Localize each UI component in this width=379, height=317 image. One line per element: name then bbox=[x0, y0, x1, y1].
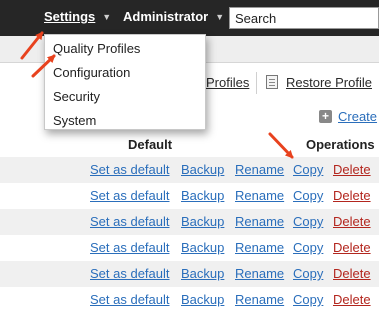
administrator-menu-button[interactable]: Administrator ▼ bbox=[123, 9, 224, 24]
delete-link[interactable]: Delete bbox=[333, 162, 371, 177]
plus-icon[interactable]: + bbox=[319, 110, 332, 123]
restore-profile-link[interactable]: Restore Profile bbox=[286, 75, 372, 90]
copy-link[interactable]: Copy bbox=[293, 214, 323, 229]
set-as-default-link[interactable]: Set as default bbox=[90, 188, 170, 203]
backup-link[interactable]: Backup bbox=[181, 266, 224, 281]
delete-link[interactable]: Delete bbox=[333, 292, 371, 307]
table-row: Set as default Backup Rename Copy Delete bbox=[0, 157, 379, 183]
copy-link[interactable]: Copy bbox=[293, 292, 323, 307]
settings-label[interactable]: Settings bbox=[44, 9, 95, 24]
profiles-link[interactable]: Profiles bbox=[206, 75, 249, 90]
menu-item-security[interactable]: Security bbox=[53, 89, 100, 104]
document-icon bbox=[266, 75, 278, 89]
rename-link[interactable]: Rename bbox=[235, 266, 284, 281]
delete-link[interactable]: Delete bbox=[333, 188, 371, 203]
set-as-default-link[interactable]: Set as default bbox=[90, 292, 170, 307]
copy-link[interactable]: Copy bbox=[293, 162, 323, 177]
delete-link[interactable]: Delete bbox=[333, 266, 371, 281]
rename-link[interactable]: Rename bbox=[235, 188, 284, 203]
settings-menu-button[interactable]: Settings ▼ bbox=[44, 9, 111, 24]
copy-link[interactable]: Copy bbox=[293, 188, 323, 203]
backup-link[interactable]: Backup bbox=[181, 188, 224, 203]
column-header-operations: Operations bbox=[306, 137, 375, 152]
rename-link[interactable]: Rename bbox=[235, 240, 284, 255]
menu-item-quality-profiles[interactable]: Quality Profiles bbox=[53, 41, 140, 56]
column-header-default: Default bbox=[128, 137, 173, 152]
chevron-down-icon: ▼ bbox=[102, 12, 112, 22]
arrow-to-copy bbox=[268, 132, 294, 159]
backup-link[interactable]: Backup bbox=[181, 240, 224, 255]
toolbar-divider bbox=[256, 72, 257, 94]
top-nav-bar: Settings ▼ Administrator ▼ Search bbox=[0, 0, 379, 36]
set-as-default-link[interactable]: Set as default bbox=[90, 266, 170, 281]
copy-link[interactable]: Copy bbox=[293, 266, 323, 281]
table-row: Set as default Backup Rename Copy Delete bbox=[0, 235, 379, 261]
rename-link[interactable]: Rename bbox=[235, 292, 284, 307]
create-link[interactable]: Create bbox=[338, 109, 377, 124]
table-row: Set as default Backup Rename Copy Delete bbox=[0, 287, 379, 313]
table-row: Set as default Backup Rename Copy Delete bbox=[0, 261, 379, 287]
rename-link[interactable]: Rename bbox=[235, 162, 284, 177]
backup-link[interactable]: Backup bbox=[181, 292, 224, 307]
set-as-default-link[interactable]: Set as default bbox=[90, 240, 170, 255]
backup-link[interactable]: Backup bbox=[181, 214, 224, 229]
delete-link[interactable]: Delete bbox=[333, 214, 371, 229]
settings-dropdown-menu: Quality Profiles Configuration Security … bbox=[44, 34, 206, 130]
set-as-default-link[interactable]: Set as default bbox=[90, 162, 170, 177]
administrator-label[interactable]: Administrator bbox=[123, 9, 208, 24]
chevron-down-icon: ▼ bbox=[215, 12, 225, 22]
search-input[interactable]: Search bbox=[229, 7, 379, 29]
menu-item-configuration[interactable]: Configuration bbox=[53, 65, 130, 80]
table-row: Set as default Backup Rename Copy Delete bbox=[0, 209, 379, 235]
delete-link[interactable]: Delete bbox=[333, 240, 371, 255]
copy-link[interactable]: Copy bbox=[293, 240, 323, 255]
set-as-default-link[interactable]: Set as default bbox=[90, 214, 170, 229]
table-row: Set as default Backup Rename Copy Delete bbox=[0, 183, 379, 209]
backup-link[interactable]: Backup bbox=[181, 162, 224, 177]
rename-link[interactable]: Rename bbox=[235, 214, 284, 229]
menu-item-system[interactable]: System bbox=[53, 113, 96, 128]
